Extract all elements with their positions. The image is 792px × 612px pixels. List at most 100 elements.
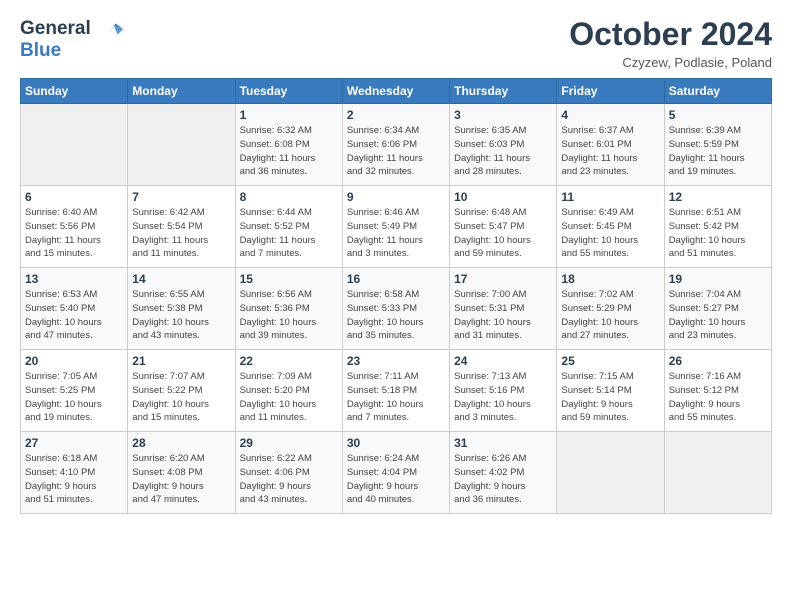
day-info: Sunrise: 7:09 AM Sunset: 5:20 PM Dayligh… — [240, 370, 338, 425]
calendar-week-row: 27 Sunrise: 6:18 AM Sunset: 4:10 PM Dayli… — [21, 432, 772, 514]
day-info: Sunrise: 6:58 AM Sunset: 5:33 PM Dayligh… — [347, 288, 445, 343]
day-number: 19 — [669, 272, 767, 286]
calendar-day-cell: 11 Sunrise: 6:49 AM Sunset: 5:45 PM Dayli… — [557, 186, 664, 268]
day-number: 29 — [240, 436, 338, 450]
day-info: Sunrise: 6:40 AM Sunset: 5:56 PM Dayligh… — [25, 206, 123, 261]
day-number: 3 — [454, 108, 552, 122]
weekday-header: Saturday — [664, 79, 771, 104]
calendar-day-cell: 16 Sunrise: 6:58 AM Sunset: 5:33 PM Dayli… — [342, 268, 449, 350]
day-info: Sunrise: 6:56 AM Sunset: 5:36 PM Dayligh… — [240, 288, 338, 343]
day-number: 13 — [25, 272, 123, 286]
calendar-day-cell — [21, 104, 128, 186]
calendar-table: SundayMondayTuesdayWednesdayThursdayFrid… — [20, 78, 772, 514]
calendar-day-cell: 4 Sunrise: 6:37 AM Sunset: 6:01 PM Daylig… — [557, 104, 664, 186]
day-number: 8 — [240, 190, 338, 204]
day-number: 10 — [454, 190, 552, 204]
calendar-day-cell: 9 Sunrise: 6:46 AM Sunset: 5:49 PM Daylig… — [342, 186, 449, 268]
day-info: Sunrise: 7:13 AM Sunset: 5:16 PM Dayligh… — [454, 370, 552, 425]
day-info: Sunrise: 7:05 AM Sunset: 5:25 PM Dayligh… — [25, 370, 123, 425]
day-number: 31 — [454, 436, 552, 450]
day-number: 15 — [240, 272, 338, 286]
calendar-day-cell: 18Sunrise: 7:02 AM Sunset: 5:29 PM Dayli… — [557, 268, 664, 350]
day-info: Sunrise: 6:32 AM Sunset: 6:08 PM Dayligh… — [240, 124, 338, 179]
calendar-day-cell: 12Sunrise: 6:51 AM Sunset: 5:42 PM Dayli… — [664, 186, 771, 268]
day-info: Sunrise: 6:35 AM Sunset: 6:03 PM Dayligh… — [454, 124, 552, 179]
day-number: 21 — [132, 354, 230, 368]
calendar-day-cell: 14Sunrise: 6:55 AM Sunset: 5:38 PM Dayli… — [128, 268, 235, 350]
calendar-day-cell: 8 Sunrise: 6:44 AM Sunset: 5:52 PM Daylig… — [235, 186, 342, 268]
day-info: Sunrise: 6:48 AM Sunset: 5:47 PM Dayligh… — [454, 206, 552, 261]
calendar-day-cell: 2Sunrise: 6:34 AM Sunset: 6:06 PM Daylig… — [342, 104, 449, 186]
day-number: 30 — [347, 436, 445, 450]
day-info: Sunrise: 7:04 AM Sunset: 5:27 PM Dayligh… — [669, 288, 767, 343]
day-info: Sunrise: 6:18 AM Sunset: 4:10 PM Dayligh… — [25, 452, 123, 507]
calendar-day-cell: 19 Sunrise: 7:04 AM Sunset: 5:27 PM Dayli… — [664, 268, 771, 350]
page: General Blue October 2024 Czyzew, Podlas… — [0, 0, 792, 612]
logo: General Blue — [20, 16, 125, 62]
calendar-week-row: 13 Sunrise: 6:53 AM Sunset: 5:40 PM Dayli… — [21, 268, 772, 350]
location-subtitle: Czyzew, Podlasie, Poland — [569, 55, 772, 70]
day-info: Sunrise: 7:16 AM Sunset: 5:12 PM Dayligh… — [669, 370, 767, 425]
weekday-header: Friday — [557, 79, 664, 104]
day-info: Sunrise: 6:37 AM Sunset: 6:01 PM Dayligh… — [561, 124, 659, 179]
calendar-day-cell: 6Sunrise: 6:40 AM Sunset: 5:56 PM Daylig… — [21, 186, 128, 268]
title-block: October 2024 Czyzew, Podlasie, Poland — [569, 16, 772, 70]
day-info: Sunrise: 6:53 AM Sunset: 5:40 PM Dayligh… — [25, 288, 123, 343]
calendar-day-cell: 26 Sunrise: 7:16 AM Sunset: 5:12 PM Dayli… — [664, 350, 771, 432]
day-info: Sunrise: 7:07 AM Sunset: 5:22 PM Dayligh… — [132, 370, 230, 425]
weekday-header: Sunday — [21, 79, 128, 104]
day-number: 26 — [669, 354, 767, 368]
weekday-header: Wednesday — [342, 79, 449, 104]
day-number: 5 — [669, 108, 767, 122]
day-info: Sunrise: 7:15 AM Sunset: 5:14 PM Dayligh… — [561, 370, 659, 425]
calendar-week-row: 6Sunrise: 6:40 AM Sunset: 5:56 PM Daylig… — [21, 186, 772, 268]
calendar-day-cell: 3 Sunrise: 6:35 AM Sunset: 6:03 PM Daylig… — [450, 104, 557, 186]
logo-bird-icon — [97, 16, 125, 44]
calendar-day-cell: 31 Sunrise: 6:26 AM Sunset: 4:02 PM Dayli… — [450, 432, 557, 514]
weekday-header: Thursday — [450, 79, 557, 104]
day-number: 17 — [454, 272, 552, 286]
calendar-day-cell: 13 Sunrise: 6:53 AM Sunset: 5:40 PM Dayli… — [21, 268, 128, 350]
day-info: Sunrise: 6:26 AM Sunset: 4:02 PM Dayligh… — [454, 452, 552, 507]
calendar-day-cell: 20Sunrise: 7:05 AM Sunset: 5:25 PM Dayli… — [21, 350, 128, 432]
calendar-day-cell: 22 Sunrise: 7:09 AM Sunset: 5:20 PM Dayli… — [235, 350, 342, 432]
header: General Blue October 2024 Czyzew, Podlas… — [20, 16, 772, 70]
day-number: 12 — [669, 190, 767, 204]
day-number: 4 — [561, 108, 659, 122]
calendar-day-cell: 21 Sunrise: 7:07 AM Sunset: 5:22 PM Dayli… — [128, 350, 235, 432]
day-info: Sunrise: 6:46 AM Sunset: 5:49 PM Dayligh… — [347, 206, 445, 261]
calendar-day-cell — [664, 432, 771, 514]
calendar-day-cell: 25Sunrise: 7:15 AM Sunset: 5:14 PM Dayli… — [557, 350, 664, 432]
day-number: 27 — [25, 436, 123, 450]
calendar-day-cell: 5 Sunrise: 6:39 AM Sunset: 5:59 PM Daylig… — [664, 104, 771, 186]
day-info: Sunrise: 6:55 AM Sunset: 5:38 PM Dayligh… — [132, 288, 230, 343]
calendar-day-cell: 15 Sunrise: 6:56 AM Sunset: 5:36 PM Dayli… — [235, 268, 342, 350]
day-number: 28 — [132, 436, 230, 450]
calendar-day-cell: 30Sunrise: 6:24 AM Sunset: 4:04 PM Dayli… — [342, 432, 449, 514]
day-number: 1 — [240, 108, 338, 122]
calendar-header-row: SundayMondayTuesdayWednesdayThursdayFrid… — [21, 79, 772, 104]
day-info: Sunrise: 7:00 AM Sunset: 5:31 PM Dayligh… — [454, 288, 552, 343]
day-info: Sunrise: 6:49 AM Sunset: 5:45 PM Dayligh… — [561, 206, 659, 261]
day-number: 24 — [454, 354, 552, 368]
calendar-day-cell: 24 Sunrise: 7:13 AM Sunset: 5:16 PM Dayli… — [450, 350, 557, 432]
calendar-day-cell: 27 Sunrise: 6:18 AM Sunset: 4:10 PM Dayli… — [21, 432, 128, 514]
day-number: 11 — [561, 190, 659, 204]
day-info: Sunrise: 7:11 AM Sunset: 5:18 PM Dayligh… — [347, 370, 445, 425]
day-info: Sunrise: 6:39 AM Sunset: 5:59 PM Dayligh… — [669, 124, 767, 179]
calendar-day-cell: 23Sunrise: 7:11 AM Sunset: 5:18 PM Dayli… — [342, 350, 449, 432]
day-info: Sunrise: 7:02 AM Sunset: 5:29 PM Dayligh… — [561, 288, 659, 343]
month-title: October 2024 — [569, 16, 772, 53]
day-number: 9 — [347, 190, 445, 204]
calendar-day-cell: 29 Sunrise: 6:22 AM Sunset: 4:06 PM Dayli… — [235, 432, 342, 514]
calendar-day-cell: 28Sunrise: 6:20 AM Sunset: 4:08 PM Dayli… — [128, 432, 235, 514]
calendar-week-row: 20Sunrise: 7:05 AM Sunset: 5:25 PM Dayli… — [21, 350, 772, 432]
day-number: 7 — [132, 190, 230, 204]
day-number: 16 — [347, 272, 445, 286]
day-number: 22 — [240, 354, 338, 368]
calendar-day-cell: 10 Sunrise: 6:48 AM Sunset: 5:47 PM Dayli… — [450, 186, 557, 268]
weekday-header: Tuesday — [235, 79, 342, 104]
day-info: Sunrise: 6:22 AM Sunset: 4:06 PM Dayligh… — [240, 452, 338, 507]
day-info: Sunrise: 6:44 AM Sunset: 5:52 PM Dayligh… — [240, 206, 338, 261]
logo-line1: General — [20, 18, 91, 39]
